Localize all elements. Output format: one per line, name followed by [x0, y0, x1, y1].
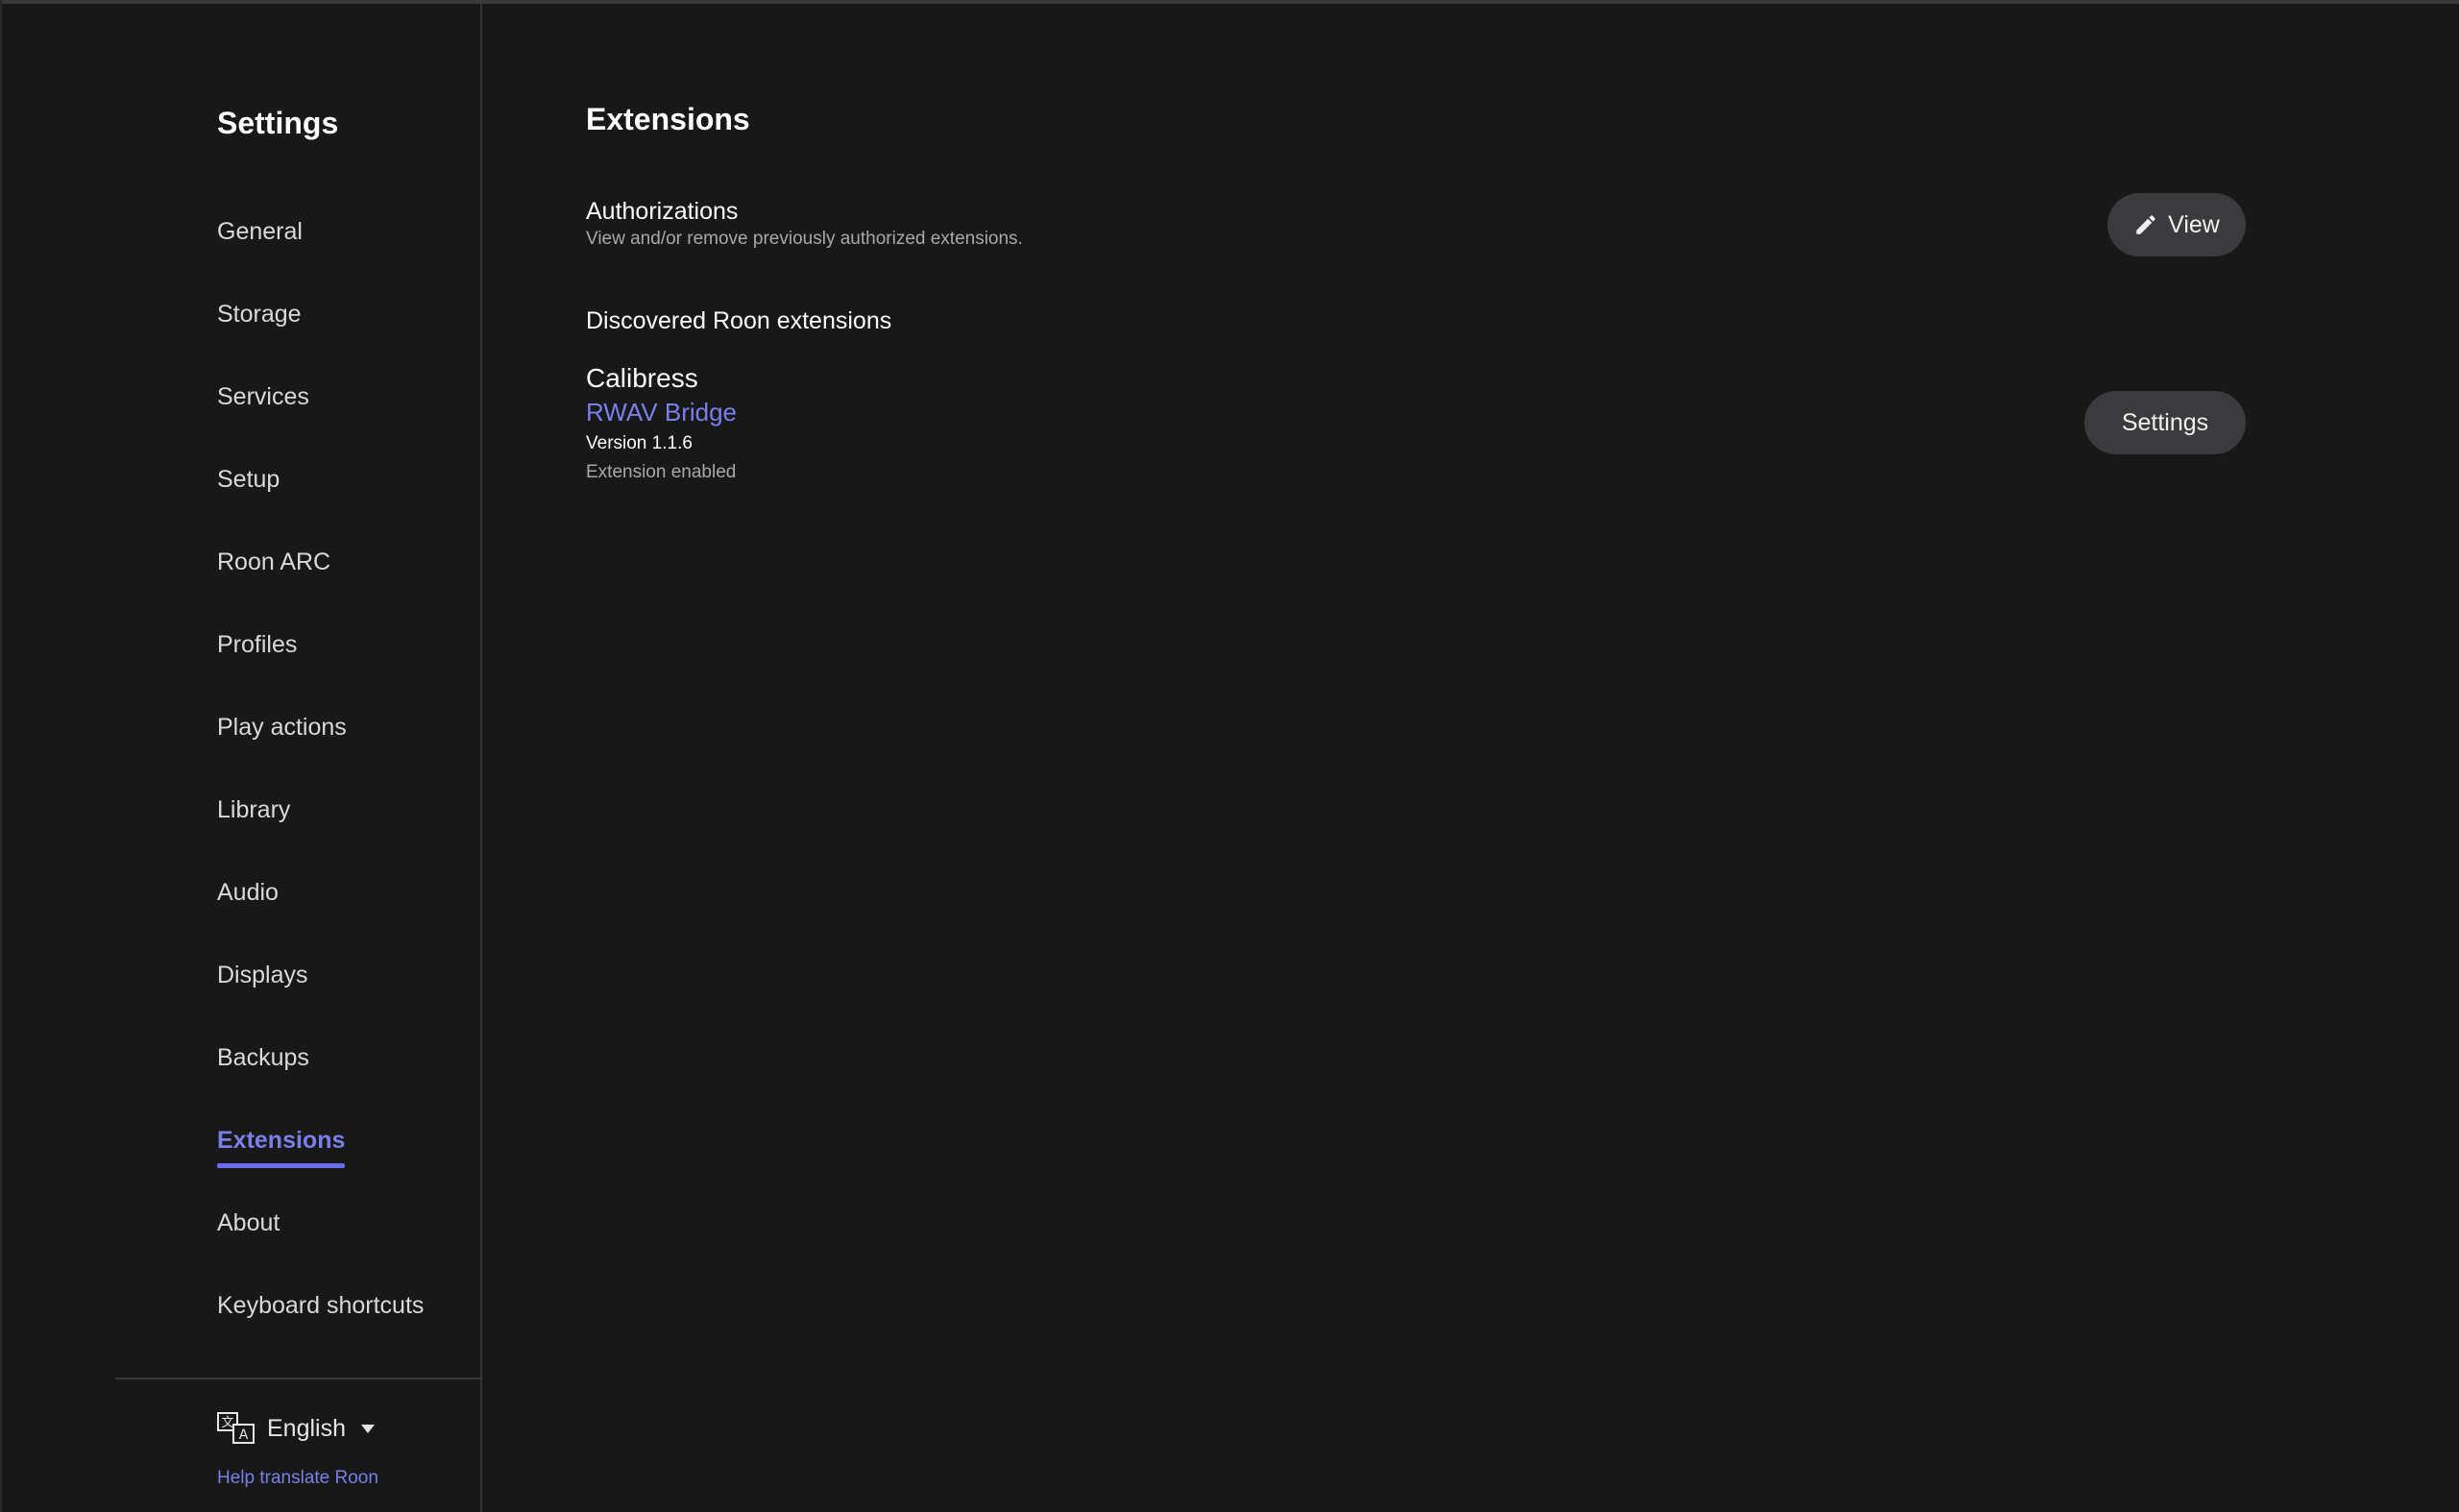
sidebar-item-about[interactable]: About: [217, 1199, 424, 1281]
sidebar-item-storage[interactable]: Storage: [217, 290, 424, 373]
sidebar-item-label: Extensions: [217, 1116, 346, 1168]
settings-sidebar: Settings General Storage Services Setup Roon…: [0, 4, 482, 1512]
sidebar-item-general[interactable]: General: [217, 207, 424, 290]
authorizations-title: Authorizations: [586, 198, 739, 225]
translate-icon: 文 A: [217, 1412, 255, 1444]
view-authorizations-button[interactable]: View: [2107, 193, 2246, 256]
pencil-icon: [2136, 215, 2155, 234]
sidebar-item-label: Profiles: [217, 631, 298, 658]
sidebar-item-label: Services: [217, 383, 309, 410]
authorizations-description: View and/or remove previously authorized…: [586, 229, 1023, 249]
sidebar-divider: [115, 1378, 482, 1379]
sidebar-item-services[interactable]: Services: [217, 373, 424, 455]
sidebar-item-label: Library: [217, 796, 291, 823]
sidebar-item-label: Audio: [217, 879, 279, 906]
discovered-extensions-heading: Discovered Roon extensions: [586, 307, 892, 334]
sidebar-item-label: Setup: [217, 466, 280, 493]
sidebar-item-label: About: [217, 1209, 280, 1236]
svg-text:A: A: [239, 1427, 249, 1443]
sidebar-item-keyboard-shortcuts[interactable]: Keyboard shortcuts: [217, 1281, 424, 1364]
sidebar-title: Settings: [217, 106, 339, 140]
sidebar-item-profiles[interactable]: Profiles: [217, 621, 424, 703]
sidebar-item-backups[interactable]: Backups: [217, 1034, 424, 1116]
help-translate-link[interactable]: Help translate Roon: [217, 1468, 378, 1489]
sidebar-item-extensions[interactable]: Extensions: [217, 1116, 424, 1199]
view-button-label: View: [2168, 210, 2220, 238]
sidebar-item-label: Keyboard shortcuts: [217, 1292, 425, 1319]
sidebar-item-setup[interactable]: Setup: [217, 455, 424, 538]
sidebar-item-roon-arc[interactable]: Roon ARC: [217, 538, 424, 621]
sidebar-item-label: Displays: [217, 962, 308, 988]
extension-name-link[interactable]: RWAV Bridge: [586, 398, 737, 427]
sidebar-item-label: Play actions: [217, 714, 347, 741]
page-title: Extensions: [586, 102, 750, 136]
extension-vendor: Calibress: [586, 363, 698, 393]
sidebar-item-library[interactable]: Library: [217, 786, 424, 868]
sidebar-item-label: Backups: [217, 1044, 309, 1071]
extension-settings-button[interactable]: Settings: [2084, 391, 2246, 454]
sidebar-item-displays[interactable]: Displays: [217, 951, 424, 1034]
svg-text:文: 文: [221, 1416, 233, 1430]
sidebar-item-play-actions[interactable]: Play actions: [217, 703, 424, 786]
language-selector[interactable]: 文 A English: [217, 1412, 375, 1445]
extensions-page: Extensions Authorizations View and/or re…: [586, 0, 2459, 1512]
language-label: English: [267, 1414, 346, 1442]
sidebar-item-audio[interactable]: Audio: [217, 868, 424, 951]
sidebar-item-label: Storage: [217, 301, 302, 328]
chevron-down-icon: [361, 1424, 375, 1433]
extension-status: Extension enabled: [586, 462, 737, 482]
settings-nav: General Storage Services Setup Roon ARC Profi…: [217, 207, 424, 1364]
extension-version: Version 1.1.6: [586, 433, 693, 453]
sidebar-item-label: Roon ARC: [217, 549, 331, 575]
sidebar-item-label: General: [217, 218, 303, 245]
